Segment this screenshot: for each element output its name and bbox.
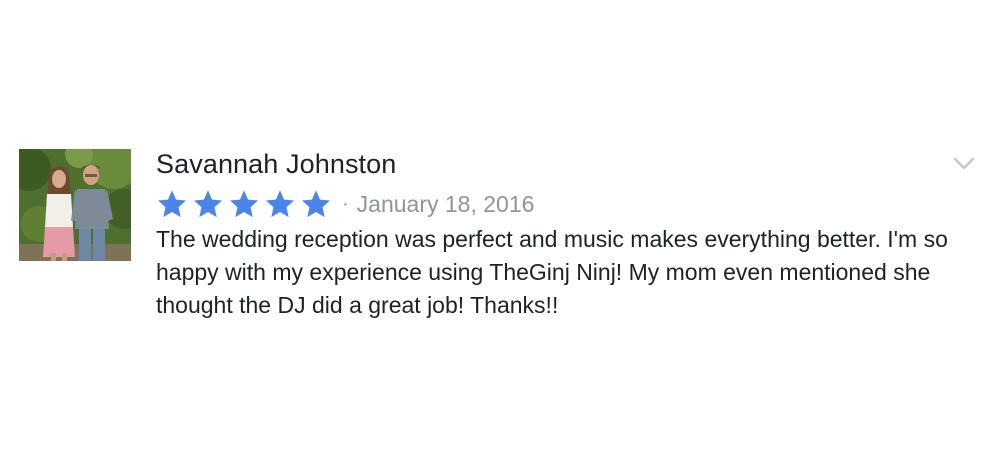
review-text: The wedding reception was perfect and mu…	[156, 226, 948, 318]
review-meta: · January 18, 2016	[156, 187, 956, 221]
star-rating	[156, 188, 336, 220]
review-options-button[interactable]	[951, 153, 977, 173]
meta-separator: ·	[342, 192, 349, 215]
reviewer-name[interactable]: Savannah Johnston	[156, 146, 956, 182]
star-icon	[264, 188, 296, 220]
star-icon	[228, 188, 260, 220]
review-date[interactable]: January 18, 2016	[357, 191, 535, 218]
review-card: Savannah Johnston · January 18, 2016 The…	[0, 0, 992, 472]
star-icon	[192, 188, 224, 220]
star-icon	[156, 188, 188, 220]
review-content: Savannah Johnston · January 18, 2016 The…	[156, 146, 956, 322]
star-icon	[300, 188, 332, 220]
chevron-down-icon	[953, 157, 975, 170]
profile-photo-icon	[19, 149, 131, 261]
reviewer-avatar[interactable]	[19, 149, 131, 261]
